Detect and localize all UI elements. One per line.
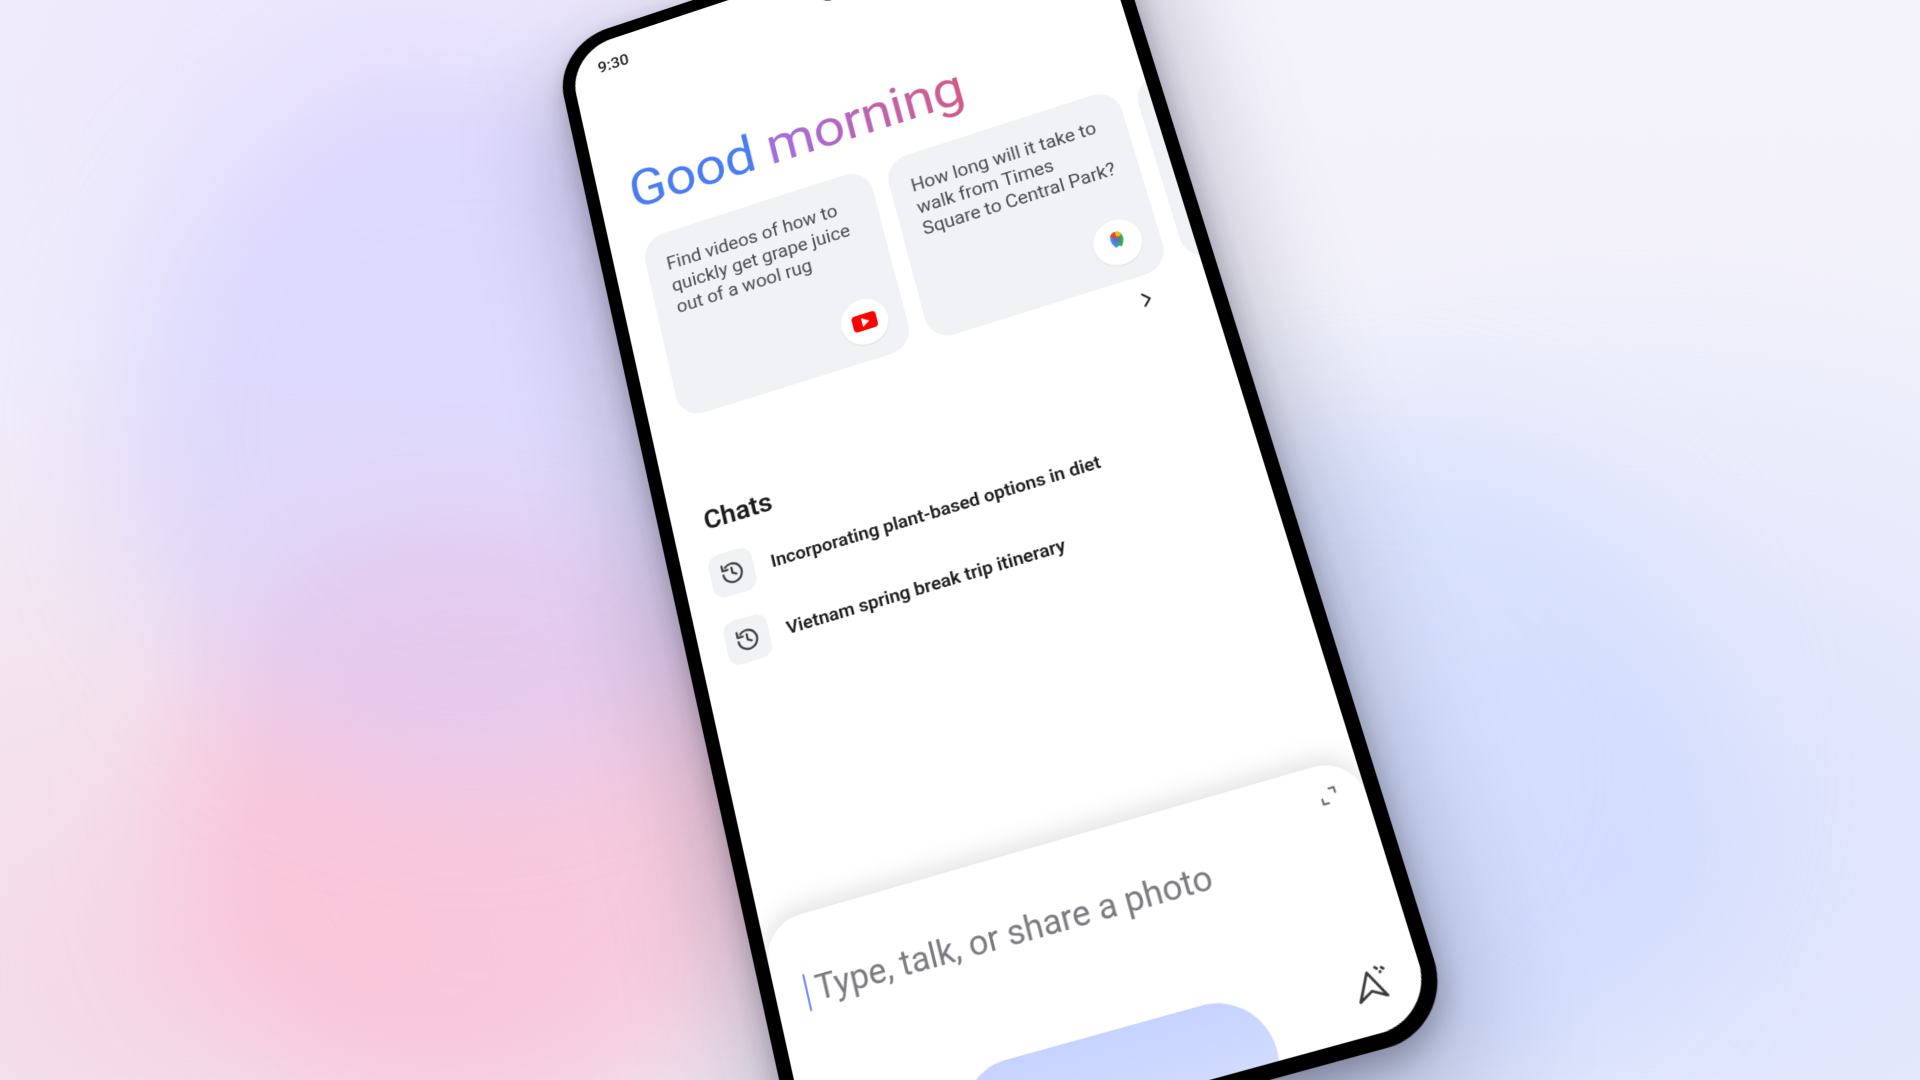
expand-icon[interactable] bbox=[1315, 783, 1342, 809]
suggestion-card-text bbox=[1158, 91, 1173, 96]
send-button[interactable] bbox=[1340, 957, 1401, 1017]
maps-pin-icon bbox=[1088, 213, 1148, 271]
text-caret bbox=[802, 973, 812, 1011]
chat-history-label: Incorporating plant-based options in die… bbox=[768, 450, 1103, 571]
suggestion-card-text: Find videos of how to quickly get grape … bbox=[665, 194, 870, 319]
history-icon bbox=[721, 611, 774, 667]
phone-screen: 9:30 5G Good morning bbox=[567, 0, 1436, 1080]
composer-placeholder: Type, talk, or share a photo bbox=[812, 857, 1218, 1009]
phone-mockup: 9:30 5G Good morning bbox=[553, 0, 1456, 1080]
history-icon bbox=[706, 545, 759, 600]
app-content: Good morning Find videos of how to quick… bbox=[594, 1, 1436, 1080]
composer-sheet: Type, talk, or share a photo bbox=[760, 755, 1436, 1080]
stage: 9:30 5G Good morning bbox=[0, 0, 1920, 1080]
youtube-icon bbox=[836, 293, 893, 351]
composer-input[interactable]: Type, talk, or share a photo bbox=[802, 819, 1353, 1012]
carousel-next-button[interactable] bbox=[1120, 274, 1174, 326]
phone-frame: 9:30 5G Good morning bbox=[553, 0, 1456, 1080]
voice-input-pill[interactable] bbox=[950, 990, 1294, 1080]
status-time: 9:30 bbox=[596, 50, 630, 77]
suggestion-card-text: How long will it take to walk from Times… bbox=[909, 114, 1121, 240]
